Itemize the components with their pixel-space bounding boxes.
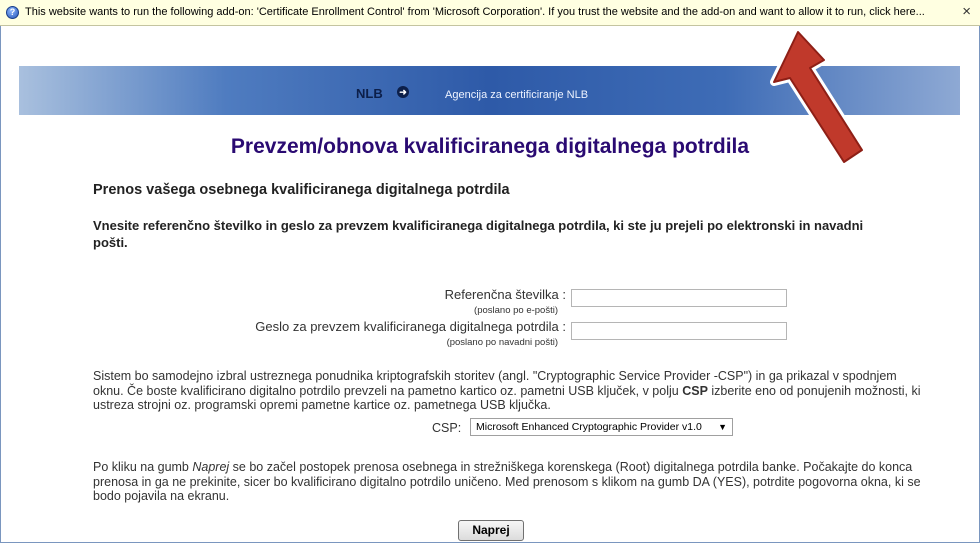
naprej-button[interactable]: Naprej [458, 520, 524, 541]
download-instructions-text: Po kliku na gumb [93, 460, 193, 474]
close-icon[interactable]: × [962, 3, 971, 20]
help-shield-icon: ? [6, 6, 19, 19]
password-label: Geslo za prevzem kvalificiranega digital… [255, 319, 566, 334]
csp-label: CSP: [432, 421, 462, 435]
password-note: (poslano po navadni pošti) [446, 337, 558, 348]
nlb-logo: NLB [356, 86, 383, 101]
download-instructions: Po kliku na gumb Naprej se bo začel post… [93, 460, 923, 504]
csp-dropdown[interactable]: Microsoft Enhanced Cryptographic Provide… [470, 418, 733, 436]
dropdown-arrow-icon[interactable]: ▼ [718, 422, 727, 432]
reference-number-note: (poslano po e-pošti) [474, 305, 558, 316]
instruction-text: Vnesite referenčno številko in geslo za … [93, 218, 864, 250]
reference-number-input[interactable] [571, 289, 787, 307]
nlb-logo-mark-icon: ➜ [397, 86, 409, 98]
infobar-message[interactable]: This website wants to run the following … [25, 6, 925, 18]
reference-number-label: Referenčna številka : [444, 287, 566, 302]
annotation-arrow-icon [770, 30, 866, 166]
csp-emphasis: CSP [682, 383, 708, 398]
csp-explanation: Sistem bo samodejno izbral ustreznega po… [93, 369, 923, 413]
agency-name: Agencija za certificiranje NLB [445, 89, 589, 101]
password-input[interactable] [571, 322, 787, 340]
addon-information-bar[interactable]: ? This website wants to run the followin… [0, 0, 980, 26]
csp-selected-value: Microsoft Enhanced Cryptographic Provide… [476, 421, 702, 433]
naprej-emphasis: Naprej [192, 460, 230, 474]
section-subtitle: Prenos vašega osebnega kvalificiranega d… [93, 182, 510, 198]
